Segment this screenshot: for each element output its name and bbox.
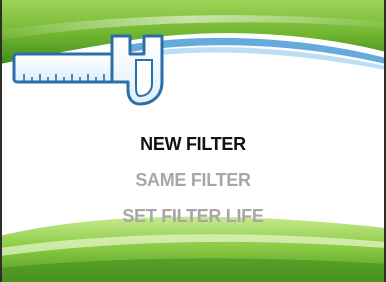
menu-item-new-filter[interactable]: NEW FILTER [0, 126, 386, 162]
menu-item-set-filter-life[interactable]: SET FILTER LIFE [0, 198, 386, 234]
caliper-icon [12, 34, 164, 106]
filter-menu-screen: NEW FILTER SAME FILTER SET FILTER LIFE [0, 0, 386, 282]
filter-options-menu: NEW FILTER SAME FILTER SET FILTER LIFE [0, 126, 386, 234]
menu-item-same-filter[interactable]: SAME FILTER [0, 162, 386, 198]
